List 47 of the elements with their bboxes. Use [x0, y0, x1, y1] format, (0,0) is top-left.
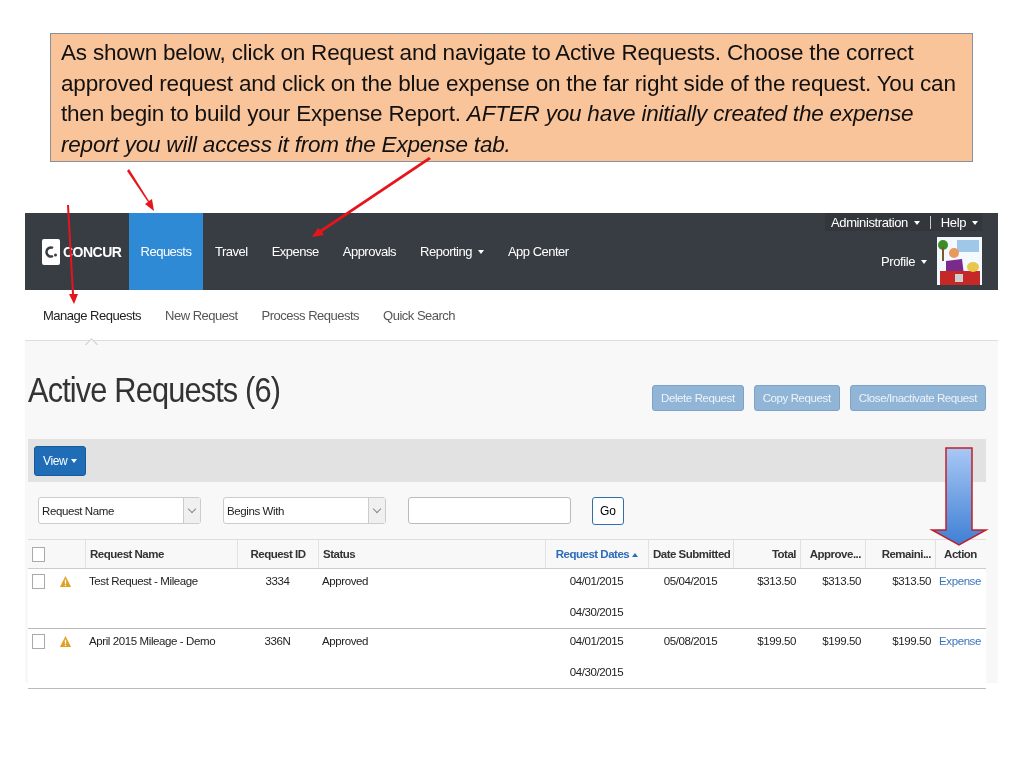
nav-tab[interactable]: Approvals	[330, 213, 409, 290]
column-header[interactable]: Date Submitted	[648, 540, 733, 568]
table-cell-text: 05/08/2015	[662, 634, 719, 649]
expense-link[interactable]: Expense	[939, 635, 981, 647]
column-header[interactable]: Request Name	[85, 540, 237, 568]
page-title: Active Requests (6)	[28, 370, 281, 410]
column-header[interactable]: Total	[733, 540, 800, 568]
column-header[interactable]: Status	[318, 540, 545, 568]
field-select[interactable]: Request Name	[38, 497, 201, 524]
help-menu[interactable]: Help	[940, 214, 978, 230]
administration-menu[interactable]: Administration	[831, 214, 920, 230]
table-cell-text: 05/04/2015	[662, 574, 719, 589]
table-cell-text: Approved	[321, 634, 370, 649]
table-cell-text: Approved	[321, 574, 370, 589]
table-cell-text: $313.50	[891, 574, 932, 589]
table-cell-text: April 2015 Mileage - Demo	[88, 634, 217, 649]
go-button[interactable]: Go	[592, 496, 624, 525]
table-cell-text: $199.50	[821, 634, 862, 649]
table-cell-text: $199.50	[756, 634, 797, 649]
view-button[interactable]: View	[34, 445, 87, 476]
column-header[interactable]: Request Dates	[545, 540, 648, 568]
table-cell: 04/01/2015	[569, 575, 624, 587]
operator-select[interactable]: Begins With	[223, 497, 386, 524]
nav-tab[interactable]: Travel	[203, 213, 260, 290]
nav-tab[interactable]: Expense	[259, 213, 331, 290]
nav-tab[interactable]: Requests	[129, 213, 203, 290]
table-cell-text: $313.50	[821, 574, 862, 589]
nav-tab[interactable]: App Center	[495, 213, 581, 290]
expense-link[interactable]: Expense	[939, 575, 981, 587]
column-header[interactable]: Request ID	[237, 540, 318, 568]
table-cell: 04/30/2015	[569, 666, 624, 678]
column-header[interactable]: Approve...	[800, 540, 865, 568]
instruction-text: As shown below, click on Request and navigate to Active Requests. Choose the correct approved request and click on the blue expense on the far right side of the request. You can then begin to build your Expense Report. AFTER you have initially created the expense report you will access it from the Expense tab.	[61, 39, 957, 159]
nav-tab[interactable]: Reporting	[408, 213, 496, 290]
table-cell: 04/01/2015	[569, 635, 624, 647]
table-cell: 04/30/2015	[569, 606, 624, 618]
column-header[interactable]: Remaini...	[865, 540, 935, 568]
table-cell-text: Test Request - Mileage	[88, 574, 199, 589]
subnav-tab[interactable]: Manage Requests	[43, 307, 141, 323]
table-cell-text: 3334	[264, 574, 291, 589]
profile-menu[interactable]: Profile	[880, 253, 927, 269]
table-cell-text: $313.50	[756, 574, 797, 589]
subnav-tab[interactable]: New Request	[165, 307, 238, 323]
table-cell-text: $199.50	[891, 634, 932, 649]
table-cell-text: 336N	[263, 634, 292, 649]
subnav-tab[interactable]: Process Requests	[261, 307, 360, 323]
subnav-tab[interactable]: Quick Search	[383, 307, 456, 323]
